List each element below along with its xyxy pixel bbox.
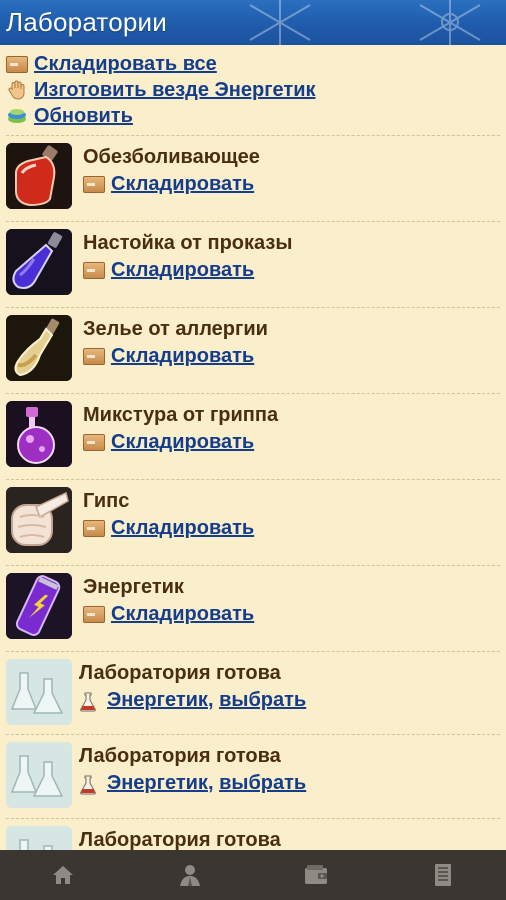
store-button[interactable]: Складировать — [111, 431, 254, 454]
lab-status: Лаборатория готова — [79, 829, 281, 850]
refresh-link[interactable]: Обновить — [34, 105, 133, 128]
box-icon — [83, 261, 105, 280]
lab-item: Лаборатория готова Энергетик , выбрать — [6, 652, 500, 735]
box-icon — [83, 347, 105, 366]
red-potion-icon — [6, 143, 72, 209]
store-button[interactable]: Складировать — [111, 345, 254, 368]
store-button[interactable]: Складировать — [111, 517, 254, 540]
lab-list[interactable]: Складировать все Изготовить везде Энерге… — [0, 45, 506, 850]
list-item: Зелье от аллергии Складировать — [6, 308, 500, 394]
item-actions: Складировать — [83, 603, 254, 626]
item-name: Обезболивающее — [83, 146, 260, 168]
page-title: Лаборатории — [6, 7, 168, 37]
item-actions: Складировать — [83, 517, 254, 540]
header-bar: Лаборатории — [0, 0, 506, 45]
item-name: Настойка от проказы — [83, 232, 293, 254]
home-button[interactable] — [33, 855, 93, 895]
list-item: Гипс Складировать — [6, 480, 500, 566]
item-actions: Складировать — [83, 173, 254, 196]
list-item: Энергетик Складировать — [6, 566, 500, 652]
lab-status: Лаборатория готова — [79, 745, 281, 767]
hand-icon — [6, 80, 28, 100]
store-button[interactable]: Складировать — [111, 259, 254, 282]
lab-flask-icon — [6, 742, 72, 808]
list-icon — [434, 864, 451, 886]
flask-icon — [79, 692, 101, 711]
item-actions: Складировать — [83, 431, 254, 454]
item-actions: Складировать — [83, 259, 254, 282]
list-item: Микстура от гриппа Складировать — [6, 394, 500, 480]
store-all-link[interactable]: Складировать все — [34, 53, 217, 76]
refresh-action: Обновить — [6, 103, 506, 129]
yellow-potion-icon — [6, 315, 72, 381]
produce-everywhere-action: Изготовить везде Энергетик — [6, 77, 506, 103]
box-icon — [83, 519, 105, 538]
lab-actions: Энергетик , выбрать — [79, 689, 306, 712]
snowflake-decoration — [419, 0, 481, 45]
item-name: Зелье от аллергии — [83, 318, 268, 340]
store-button[interactable]: Складировать — [111, 603, 254, 626]
lab-flask-icon — [6, 659, 72, 725]
box-icon — [83, 605, 105, 624]
lab-status: Лаборатория готова — [79, 662, 281, 684]
box-icon — [83, 175, 105, 194]
lab-item: Лаборатория готова Энергетик , выбрать — [6, 735, 500, 819]
list-item: Обезболивающее Складировать — [6, 136, 500, 222]
item-name: Микстура от гриппа — [83, 404, 279, 426]
bandage-icon — [6, 487, 72, 553]
profile-icon — [179, 865, 200, 886]
wallet-button[interactable] — [286, 855, 346, 895]
blue-potion-icon — [6, 229, 72, 295]
energy-drink-icon — [6, 573, 72, 639]
item-name: Гипс — [83, 490, 130, 512]
box-icon — [83, 433, 105, 452]
profile-button[interactable] — [160, 855, 220, 895]
item-name: Энергетик — [83, 576, 184, 598]
lab-flask-icon — [6, 826, 72, 850]
box-icon — [6, 55, 28, 73]
flask-icon — [79, 775, 101, 794]
wallet-icon — [305, 865, 328, 884]
store-all-action: Складировать все — [6, 51, 506, 77]
produce-everywhere-link[interactable]: Изготовить везде Энергетик — [34, 79, 316, 102]
product-link[interactable]: Энергетик — [107, 772, 208, 795]
lab-actions: Энергетик , выбрать — [79, 772, 306, 795]
product-link[interactable]: Энергетик — [107, 689, 208, 712]
bottom-nav — [0, 850, 506, 900]
list-item: Настойка от проказы Складировать — [6, 222, 500, 308]
bulk-actions: Складировать все Изготовить везде Энерге… — [0, 45, 506, 129]
snowflake-decoration — [249, 0, 311, 45]
select-link[interactable]: выбрать — [219, 689, 306, 712]
comma-separator: , — [207, 772, 220, 794]
list-button[interactable] — [413, 855, 473, 895]
store-button[interactable]: Складировать — [111, 173, 254, 196]
refresh-icon — [6, 107, 28, 125]
lab-item: Лаборатория готова — [6, 819, 500, 850]
item-actions: Складировать — [83, 345, 254, 368]
purple-potion-icon — [6, 401, 72, 467]
select-link[interactable]: выбрать — [219, 772, 306, 795]
home-icon — [53, 866, 74, 884]
comma-separator: , — [207, 689, 220, 711]
